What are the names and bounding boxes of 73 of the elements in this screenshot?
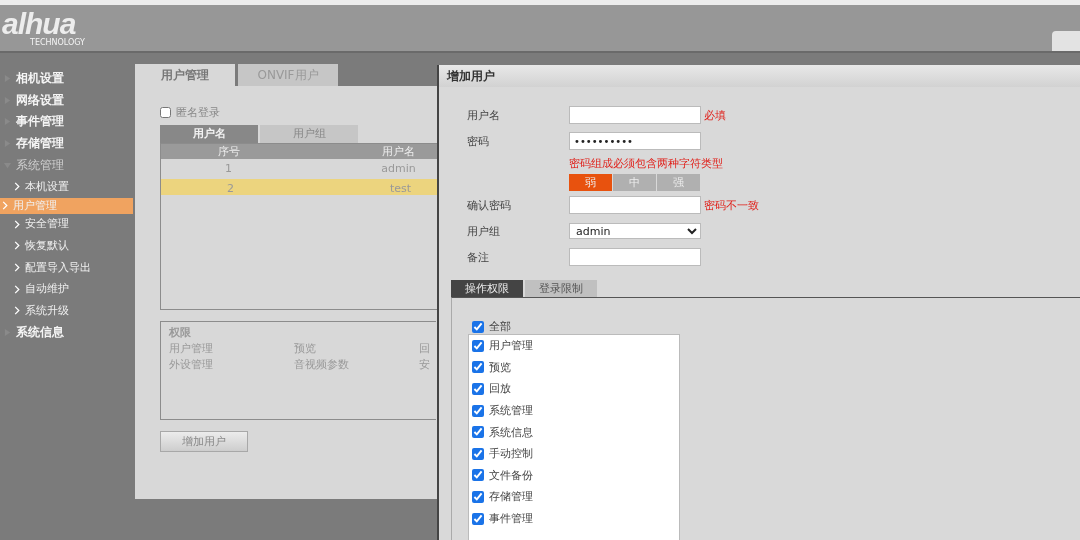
checkbox[interactable] xyxy=(472,490,484,503)
table-row[interactable]: 1 admin xyxy=(161,159,438,179)
checkbox-label: 全部 xyxy=(489,319,511,334)
field-label: 确认密码 xyxy=(467,197,512,213)
checkbox[interactable] xyxy=(472,404,484,417)
permission-label: 安 xyxy=(419,357,430,373)
tab[interactable]: 操作权限 xyxy=(451,280,523,297)
sidebar-subitem[interactable]: 本机设置 xyxy=(0,175,133,198)
sidebar-subitem[interactable]: 系统升级 xyxy=(0,299,133,322)
column-header: 序号 xyxy=(216,144,241,159)
column-header: 用户名 xyxy=(381,144,416,159)
logo-tagline: TECHNOLOGY xyxy=(30,37,85,47)
sidebar-subitem[interactable]: 配置导入导出 xyxy=(0,256,133,279)
checkbox-label: 事件管理 xyxy=(489,511,533,527)
strength-segment: 弱 xyxy=(569,174,612,191)
field-label: 用户名 xyxy=(467,107,501,123)
sidebar-item[interactable]: 网络设置 xyxy=(0,89,133,112)
field-label: 用户组 xyxy=(467,223,501,239)
table-cell-text: 2 xyxy=(226,180,235,195)
strength-segment: 强 xyxy=(657,174,700,191)
logo-text: alhua xyxy=(2,9,76,38)
sidebar-item[interactable]: 系统管理 xyxy=(0,154,133,176)
checkbox[interactable] xyxy=(472,339,484,352)
checkbox[interactable] xyxy=(472,320,484,333)
table-cell-text: admin xyxy=(380,161,417,177)
dropdown[interactable]: admin xyxy=(569,223,701,239)
checkbox[interactable] xyxy=(472,447,484,460)
sidebar-subitem[interactable]: 安全管理 xyxy=(0,213,133,236)
validation-message: 密码不一致 xyxy=(704,197,759,213)
validation-message: 必填 xyxy=(704,107,726,123)
checkbox-label: 系统管理 xyxy=(489,403,533,419)
sidebar-subitem[interactable]: 自动维护 xyxy=(0,278,133,300)
checkbox-label: 回放 xyxy=(489,381,511,397)
checkbox-label: 系统信息 xyxy=(489,424,533,440)
table-cell-text: test xyxy=(388,180,413,195)
checkbox[interactable] xyxy=(472,361,484,374)
dialog-title: 增加用户 xyxy=(439,65,1080,87)
table-row[interactable]: 2 test xyxy=(161,178,438,195)
checkbox-label: 文件备份 xyxy=(489,467,533,483)
checkbox[interactable] xyxy=(160,106,171,118)
checkbox-label: 匿名登录 xyxy=(176,104,220,120)
chevron-icon xyxy=(14,306,20,316)
sidebar-item[interactable]: 系统信息 xyxy=(0,321,133,344)
chevron-icon xyxy=(14,241,20,251)
sidebar-item[interactable]: 事件管理 xyxy=(0,111,133,133)
tab[interactable]: 登录限制 xyxy=(525,280,597,297)
checkbox[interactable] xyxy=(472,383,484,395)
validation-message: 密码组成必须包含两种字符类型 xyxy=(569,157,723,170)
checkbox[interactable] xyxy=(472,469,484,482)
chevron-icon xyxy=(14,284,20,294)
sidebar-item[interactable]: 存储管理 xyxy=(0,132,133,155)
permission-label: 预览 xyxy=(294,341,317,357)
tab[interactable]: 用户管理 xyxy=(135,64,235,86)
input-field[interactable] xyxy=(569,196,701,214)
sidebar-subitem[interactable]: 恢复默认 xyxy=(0,235,133,257)
tab[interactable]: 用户名 xyxy=(160,125,258,143)
field-label: 密码 xyxy=(467,133,490,149)
chevron-icon xyxy=(14,263,20,273)
input-field[interactable] xyxy=(569,106,701,124)
checkbox-label: 存储管理 xyxy=(489,489,533,505)
checkbox-label: 预览 xyxy=(489,359,511,375)
checkbox[interactable] xyxy=(472,512,484,525)
input-field[interactable]: •••••••••• xyxy=(569,132,701,150)
checkbox-label: 手动控制 xyxy=(489,446,533,462)
panel-title: 权限 xyxy=(169,325,192,341)
add-user-button[interactable]: 增加用户 xyxy=(160,431,248,452)
input-field[interactable] xyxy=(569,248,701,266)
field-label: 备注 xyxy=(467,249,490,265)
table-cell-text: 1 xyxy=(224,161,233,177)
permission-label: 回 xyxy=(419,341,430,357)
checkbox[interactable] xyxy=(472,426,484,439)
sidebar-item[interactable]: 相机设置 xyxy=(0,68,133,90)
checkbox-label: 用户管理 xyxy=(489,338,533,354)
